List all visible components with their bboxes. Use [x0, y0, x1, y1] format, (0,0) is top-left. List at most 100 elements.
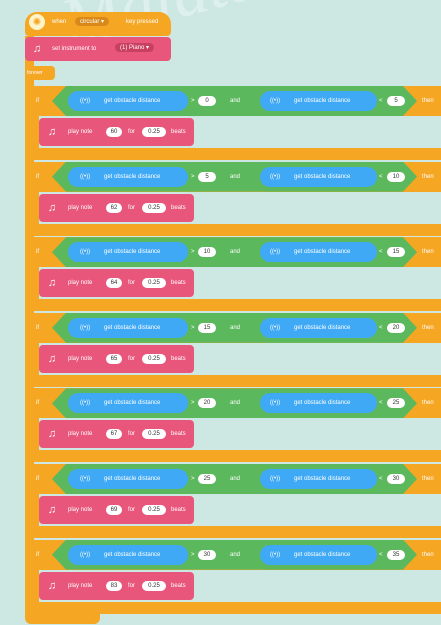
sensor-label: get obstacle distance: [294, 173, 351, 180]
threshold-input[interactable]: 20: [387, 322, 405, 333]
sensor-label: get obstacle distance: [104, 551, 161, 558]
if-label: if: [36, 324, 39, 331]
if-label: if: [36, 249, 39, 256]
beats-label: beats: [171, 582, 186, 589]
beats-input[interactable]: 0.25: [142, 127, 166, 137]
sensor-icon: ((•)): [270, 400, 281, 407]
music-note-icon: ♫: [32, 43, 42, 55]
threshold-input[interactable]: 25: [387, 398, 405, 409]
if-block-bottom[interactable]: [30, 299, 441, 312]
beats-input[interactable]: 0.25: [142, 505, 166, 515]
if-block-bottom[interactable]: [30, 601, 441, 614]
sensor-icon: ((•)): [270, 173, 281, 180]
threshold-input[interactable]: 25: [198, 474, 216, 484]
threshold-input[interactable]: 10: [198, 247, 216, 258]
play-note-label: play note: [68, 129, 93, 135]
if-label: if: [36, 551, 39, 558]
if-block-bottom[interactable]: [30, 223, 441, 236]
music-note-icon: ♫: [47, 201, 57, 214]
sensor-icon: ((•)): [80, 98, 91, 104]
note-input[interactable]: 69: [106, 505, 122, 515]
and-label: and: [230, 551, 241, 558]
comparison-operator: <: [379, 476, 383, 482]
music-note-icon: ♫: [47, 504, 57, 516]
sensor-label: get obstacle distance: [104, 98, 161, 104]
note-input[interactable]: 67: [106, 429, 122, 440]
key-dropdown-value: circular: [80, 19, 100, 25]
if-block-spine[interactable]: [30, 494, 39, 526]
note-input[interactable]: 60: [106, 127, 122, 137]
threshold-input[interactable]: 35: [387, 549, 405, 560]
beats-input[interactable]: 0.25: [142, 353, 166, 364]
beats-input[interactable]: 0.25: [142, 429, 166, 440]
threshold-input[interactable]: 15: [387, 247, 405, 258]
beats-label: beats: [171, 204, 186, 211]
note-input[interactable]: 83: [106, 580, 122, 591]
comparison-operator: >: [191, 249, 195, 256]
if-block-bottom[interactable]: [30, 526, 441, 538]
note-input[interactable]: 62: [106, 202, 122, 213]
if-block-spine[interactable]: [30, 342, 39, 375]
instrument-dropdown-value: (1) Piano: [120, 45, 145, 51]
threshold-input[interactable]: 10: [387, 171, 405, 182]
if-block-spine[interactable]: [30, 267, 39, 300]
if-block-bottom[interactable]: [30, 450, 441, 463]
threshold-input[interactable]: 20: [198, 398, 216, 409]
beats-input[interactable]: 0.25: [142, 580, 166, 591]
sensor-icon: ((•)): [270, 551, 281, 558]
play-note-label: play note: [68, 507, 93, 513]
if-block-bottom[interactable]: [30, 148, 441, 160]
if-block-spine[interactable]: [30, 191, 39, 224]
and-label: and: [230, 324, 241, 331]
threshold-input[interactable]: 0: [198, 96, 216, 106]
beats-input[interactable]: 0.25: [142, 202, 166, 213]
sensor-label: get obstacle distance: [294, 551, 351, 558]
sensor-label: get obstacle distance: [104, 249, 161, 256]
for-label: for: [128, 129, 136, 135]
sensor-icon: ((•)): [270, 476, 281, 482]
play-note-label: play note: [68, 204, 93, 211]
comparison-operator: <: [379, 551, 383, 558]
and-label: and: [230, 249, 241, 256]
for-label: for: [128, 431, 136, 438]
if-block-spine[interactable]: [30, 569, 39, 602]
threshold-input[interactable]: 30: [387, 474, 405, 484]
note-input[interactable]: 65: [106, 353, 122, 364]
if-block-spine[interactable]: [30, 418, 39, 451]
then-label: then: [422, 173, 434, 180]
key-pressed-label: key pressed: [126, 19, 159, 25]
music-note-icon: ♫: [47, 352, 57, 365]
forever-label: forever: [27, 70, 43, 76]
sensor-label: get obstacle distance: [294, 324, 351, 331]
comparison-operator: <: [379, 173, 383, 180]
beats-label: beats: [171, 431, 186, 438]
if-block-spine[interactable]: [30, 116, 39, 148]
for-label: for: [128, 204, 136, 211]
then-label: then: [422, 400, 434, 407]
if-block-bottom[interactable]: [30, 374, 441, 387]
key-dropdown[interactable]: circular ▾: [75, 17, 110, 26]
beats-input[interactable]: 0.25: [142, 278, 166, 289]
then-label: then: [422, 98, 434, 104]
sensor-icon: ((•)): [80, 551, 91, 558]
threshold-input[interactable]: 5: [387, 96, 405, 106]
comparison-operator: >: [191, 98, 195, 104]
sensor-label: get obstacle distance: [294, 98, 351, 104]
threshold-input[interactable]: 5: [198, 171, 216, 182]
sensor-icon: ((•)): [270, 98, 281, 104]
threshold-input[interactable]: 15: [198, 322, 216, 333]
comparison-operator: >: [191, 324, 195, 331]
threshold-input[interactable]: 30: [198, 549, 216, 560]
and-label: and: [230, 173, 241, 180]
beats-label: beats: [171, 507, 186, 513]
sensor-label: get obstacle distance: [294, 476, 351, 482]
for-label: for: [128, 507, 136, 513]
comparison-operator: <: [379, 249, 383, 256]
then-label: then: [422, 324, 434, 331]
note-input[interactable]: 64: [106, 278, 122, 289]
instrument-dropdown[interactable]: (1) Piano ▾: [115, 43, 155, 52]
comparison-operator: <: [379, 98, 383, 104]
play-note-label: play note: [68, 582, 93, 589]
set-instrument-label: set instrument to: [52, 46, 97, 52]
sensor-icon: ((•)): [80, 476, 91, 482]
